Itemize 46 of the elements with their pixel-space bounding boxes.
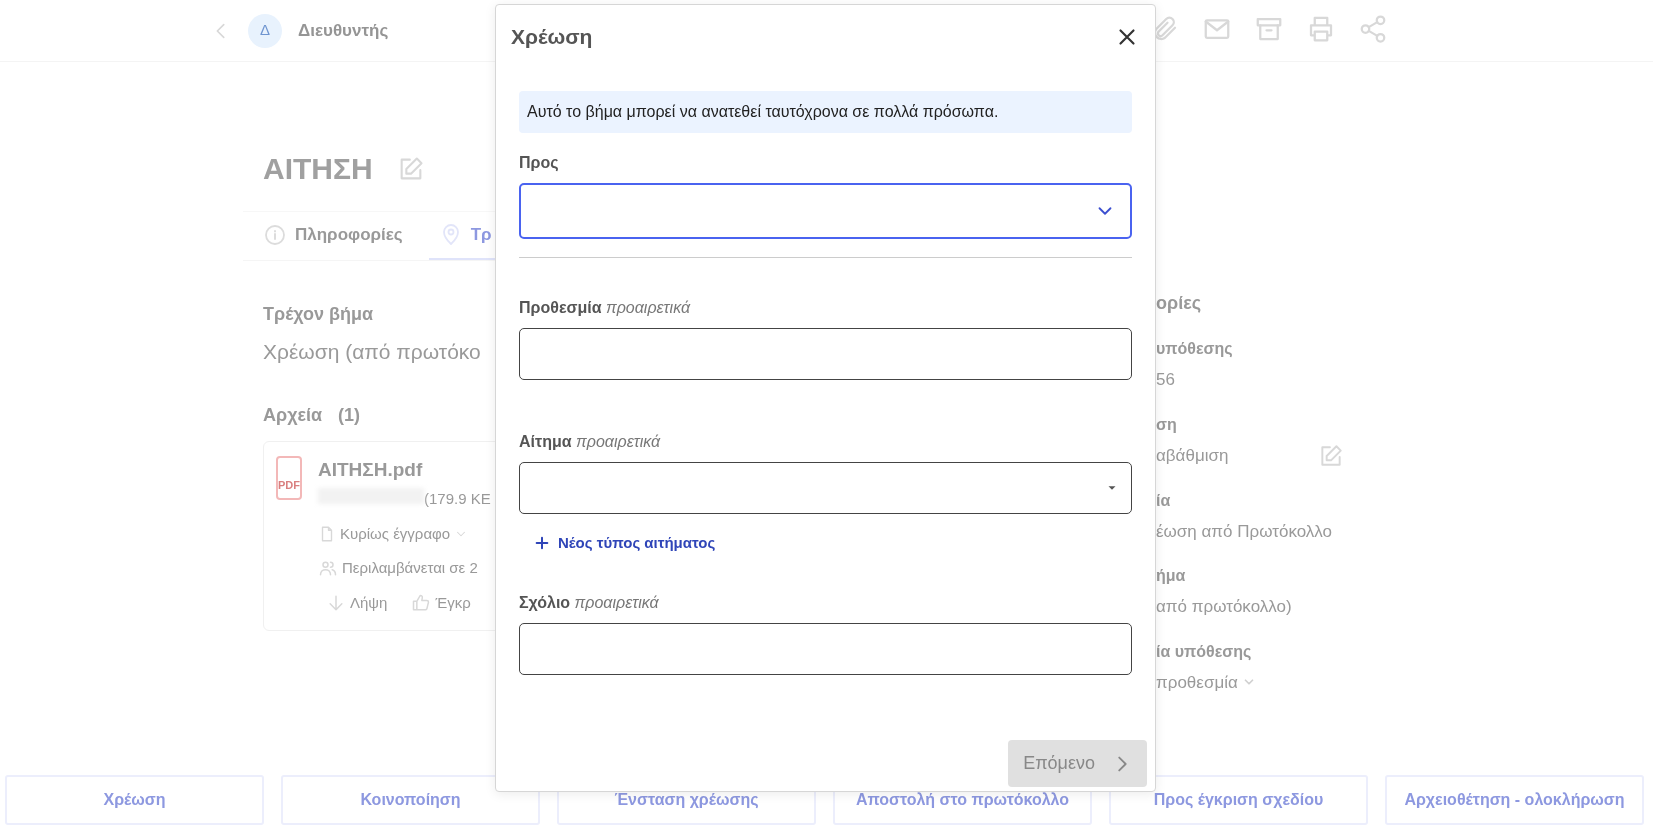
plus-icon <box>534 535 550 552</box>
field-label: Προς <box>519 153 560 173</box>
add-request-type-link[interactable]: Νέος τύπος αιτήματος <box>534 532 716 555</box>
dialog-title: Χρέωση <box>511 24 593 50</box>
field-label: ση <box>1156 414 1177 435</box>
file-count: (1) <box>338 403 361 427</box>
field-label: ία υπόθεσης <box>1156 641 1252 662</box>
document-title: ΑΙΤΗΣΗ <box>263 151 373 187</box>
pdf-file-icon: PDF <box>276 455 302 500</box>
field-label: Αίτημα προαιρετικά <box>519 432 662 452</box>
download-link[interactable]: Λήψη <box>326 591 388 614</box>
field-value: από πρωτόκολλο) <box>1156 596 1292 618</box>
file-name: ΑΙΤΗΣΗ.pdf <box>318 457 424 482</box>
user-name: Διευθυντής <box>298 19 389 42</box>
current-step: Χρέωση (από πρωτόκο <box>263 336 481 368</box>
field-label: υπόθεσης <box>1156 339 1233 359</box>
info-icon <box>263 223 287 247</box>
share-icon[interactable] <box>1358 14 1388 44</box>
edit-icon[interactable] <box>1318 442 1345 469</box>
input-field[interactable] <box>519 622 1132 675</box>
tab[interactable]: Πληροφορίες <box>263 212 425 260</box>
included-in-text: Περιλαμβάνεται σε 2 <box>342 558 478 578</box>
action-button[interactable]: Αρχειοθέτηση - ολοκλήρωση <box>1385 775 1644 825</box>
deadline-dropdown[interactable]: προθεσμία <box>1156 669 1256 695</box>
action-button[interactable]: Προς έγκριση σχεδίου <box>1109 775 1368 825</box>
field-value: αβάθμιση <box>1156 444 1229 467</box>
thumbs-up-icon <box>411 592 432 613</box>
field-label: Προθεσμία προαιρετικά <box>519 298 692 318</box>
field-label: ία <box>1156 490 1171 511</box>
select-field[interactable] <box>519 462 1132 514</box>
field-value: έωση από Πρωτόκολλο <box>1156 520 1333 543</box>
field-label: Σχόλιο προαιρετικά <box>519 592 660 613</box>
avatar: Δ <box>248 13 282 48</box>
action-button[interactable]: Κοινοποίηση <box>281 775 540 825</box>
action-button[interactable]: Χρέωση <box>5 775 264 825</box>
input-field[interactable] <box>519 328 1132 380</box>
document-type-dropdown[interactable]: Κυρίως έγγραφο <box>318 522 491 545</box>
info-notice: Αυτό το βήμα μπορεί να ανατεθεί ταυτόχρονα σε πολλά πρόσωπα. <box>519 91 1132 133</box>
approve-link[interactable]: Έγκρ <box>411 591 471 614</box>
section-label: Τρέχον βήμα <box>263 303 374 326</box>
select-field[interactable] <box>519 183 1132 239</box>
field-value: 56 <box>1156 369 1175 391</box>
section-label: ορίες <box>1156 292 1202 315</box>
section-label: Αρχεία <box>263 403 323 427</box>
field-label: ήμα <box>1156 566 1186 586</box>
file-size: (179.9 KE <box>424 489 491 509</box>
